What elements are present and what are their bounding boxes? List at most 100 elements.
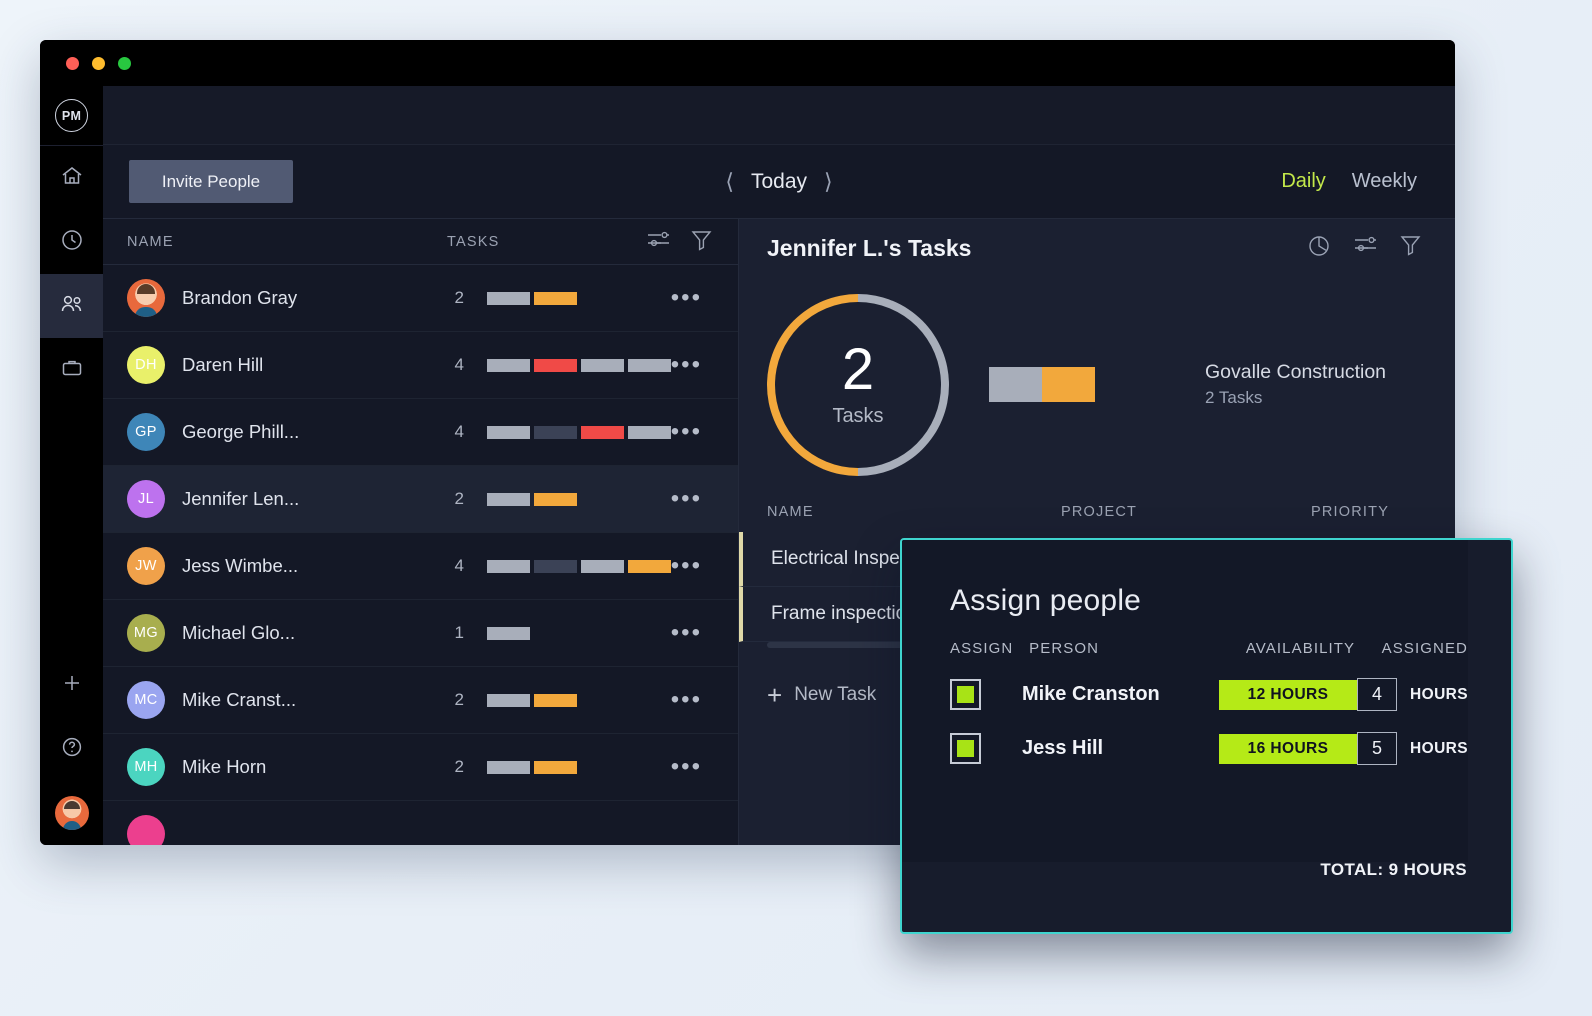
people-list-item[interactable]: DHDaren Hill4••• xyxy=(103,332,738,399)
task-count: 1 xyxy=(430,623,464,643)
chevron-right-icon[interactable]: ⟩ xyxy=(824,169,833,195)
tab-daily[interactable]: Daily xyxy=(1281,170,1325,193)
modal-title: Assign people xyxy=(902,540,1468,618)
people-list-item[interactable]: Brandon Gray2••• xyxy=(103,265,738,332)
people-table-header: NAME TASKS xyxy=(103,219,738,265)
user-avatar xyxy=(55,796,89,830)
assigned-hours-input[interactable]: 4 xyxy=(1357,678,1397,711)
question-icon xyxy=(60,735,84,764)
assign-people-modal: Assign people ASSIGN PERSON AVAILABILITY… xyxy=(900,538,1513,934)
detail-header: Jennifer L.'s Tasks xyxy=(739,219,1455,277)
sidebar-item-timesheets[interactable] xyxy=(40,210,103,274)
pie-chart-icon[interactable] xyxy=(1307,234,1331,263)
briefcase-icon xyxy=(60,356,84,385)
column-header-project: PROJECT xyxy=(1061,504,1311,520)
task-table-header: NAME PROJECT PRIORITY xyxy=(739,492,1455,532)
assign-row: Jess Hill16 HOURS5HOURS xyxy=(902,711,1468,765)
ellipsis-icon[interactable]: ••• xyxy=(671,619,702,647)
task-status-bars xyxy=(487,761,577,774)
sidebar-item-team[interactable] xyxy=(40,274,103,338)
task-status-bars xyxy=(487,627,530,640)
assign-checkbox[interactable] xyxy=(950,733,981,764)
task-status-bar xyxy=(628,426,671,439)
task-status-bar xyxy=(534,359,577,372)
avatar xyxy=(127,815,165,845)
column-header-name: NAME xyxy=(767,504,1061,520)
ellipsis-icon[interactable]: ••• xyxy=(671,418,702,446)
assigned-hours-input[interactable]: 5 xyxy=(1357,732,1397,765)
ellipsis-icon[interactable]: ••• xyxy=(671,686,702,714)
new-task-label: New Task xyxy=(794,684,876,706)
tasks-donut-chart: 2 Tasks xyxy=(767,294,949,476)
invite-people-button[interactable]: Invite People xyxy=(129,160,293,203)
legend-segment xyxy=(989,367,1042,402)
view-toolbar: Invite People ⟨ Today ⟩ Daily Weekly xyxy=(103,145,1455,219)
people-list-item[interactable]: MGMichael Glo...1••• xyxy=(103,600,738,667)
sidebar-item-home[interactable] xyxy=(40,146,103,210)
maximize-button[interactable] xyxy=(118,57,131,70)
sidebar-item-projects[interactable] xyxy=(40,338,103,402)
close-button[interactable] xyxy=(66,57,79,70)
availability-badge: 12 HOURS xyxy=(1219,680,1357,710)
avatar: MH xyxy=(127,748,165,786)
person-name: Mike Horn xyxy=(182,756,430,778)
plus-icon xyxy=(61,672,83,699)
task-status-bars xyxy=(487,292,577,305)
people-list-item[interactable]: MC Mike Cranst...2 ••• xyxy=(103,667,738,734)
people-list-item[interactable]: JWJess Wimbe...4••• xyxy=(103,533,738,600)
ellipsis-icon[interactable]: ••• xyxy=(671,485,702,513)
task-status-bar xyxy=(628,359,671,372)
minimize-button[interactable] xyxy=(92,57,105,70)
rail-bottom-group xyxy=(40,653,103,845)
task-status-bars xyxy=(487,694,577,707)
page-root: PM xyxy=(0,0,1592,1016)
avatar: MC xyxy=(127,681,165,719)
task-status-bars xyxy=(487,426,671,439)
avatar: GP xyxy=(127,413,165,451)
task-status-bar xyxy=(534,493,577,506)
ellipsis-icon[interactable]: ••• xyxy=(671,753,702,781)
chevron-left-icon[interactable]: ⟨ xyxy=(725,169,734,195)
sidebar-item-add[interactable] xyxy=(40,653,103,717)
task-count: 4 xyxy=(430,355,464,375)
person-name: George Phill... xyxy=(182,421,430,443)
person-name: Mike Cranst... xyxy=(182,689,430,711)
task-count: 2 xyxy=(430,690,464,710)
sidebar-item-account[interactable] xyxy=(40,781,103,845)
assigned-hours-unit: HOURS xyxy=(1410,740,1468,758)
people-list-item[interactable]: MHMike Horn2••• xyxy=(103,734,738,801)
people-list-item[interactable] xyxy=(103,801,738,845)
task-status-bar xyxy=(534,292,577,305)
app-logo[interactable]: PM xyxy=(40,86,103,146)
top-strip xyxy=(103,86,1455,145)
view-toggle: Daily Weekly xyxy=(1281,170,1417,193)
people-list-item[interactable]: JLJennifer Len...2••• xyxy=(103,466,738,533)
availability-badge: 16 HOURS xyxy=(1219,734,1357,764)
avatar: DH xyxy=(127,346,165,384)
assign-checkbox[interactable] xyxy=(950,679,981,710)
filter-icon[interactable] xyxy=(1400,234,1421,263)
ellipsis-icon[interactable]: ••• xyxy=(671,284,702,312)
people-list: Brandon Gray2•••DHDaren Hill4•••GPGeorge… xyxy=(103,265,738,845)
ellipsis-icon[interactable]: ••• xyxy=(671,351,702,379)
assign-table-header: ASSIGN PERSON AVAILABILITY ASSIGNED xyxy=(902,618,1468,657)
project-legend-bar xyxy=(989,367,1095,402)
sidebar-item-help[interactable] xyxy=(40,717,103,781)
legend-segment xyxy=(1042,367,1095,402)
legend-project-name: Govalle Construction xyxy=(1205,361,1386,384)
task-status-bar xyxy=(487,627,530,640)
ellipsis-icon[interactable]: ••• xyxy=(671,552,702,580)
sliders-icon[interactable] xyxy=(1353,234,1378,263)
task-status-bar xyxy=(534,426,577,439)
people-list-item[interactable]: GP George Phill...4 ••• xyxy=(103,399,738,466)
task-count: 4 xyxy=(430,422,464,442)
page-title: Jennifer L.'s Tasks xyxy=(767,235,1307,262)
column-header-priority: PRIORITY xyxy=(1311,504,1427,520)
tab-weekly[interactable]: Weekly xyxy=(1352,170,1417,193)
task-count: 2 xyxy=(430,288,464,308)
filter-icon[interactable] xyxy=(691,229,712,255)
task-status-bar xyxy=(534,761,577,774)
assigned-cell: 4HOURS xyxy=(1357,678,1468,711)
sliders-icon[interactable] xyxy=(646,229,671,255)
column-header-name: NAME xyxy=(127,234,447,250)
